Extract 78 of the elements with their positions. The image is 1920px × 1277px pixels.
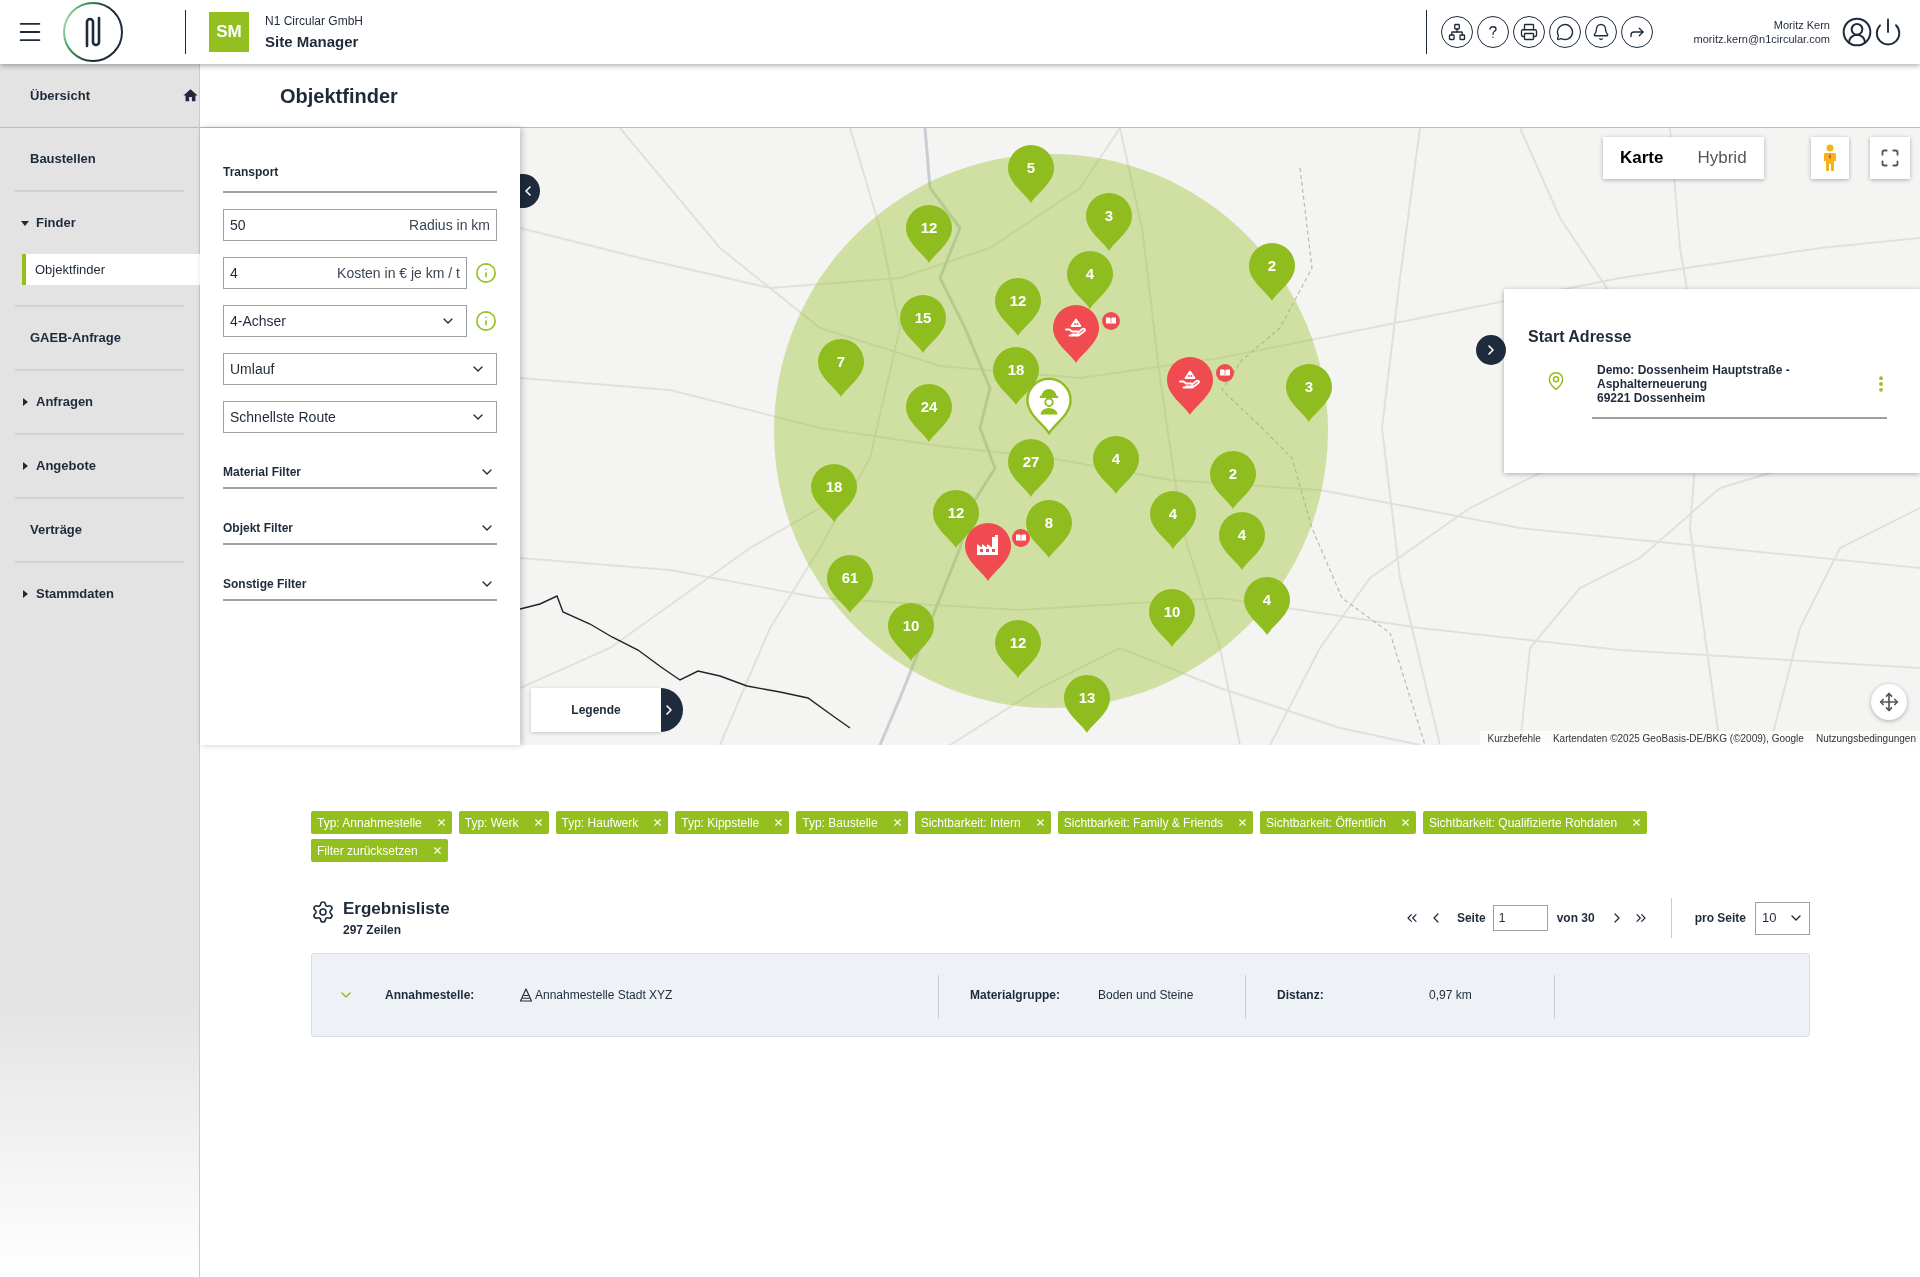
address-name: Demo: Dossenheim Hauptstraße - Asphalterneuerung (1597, 363, 1791, 391)
panel-title: Start Adresse (1528, 327, 1632, 347)
results-title: Ergebnisliste (343, 899, 450, 919)
person-icon (1823, 144, 1837, 172)
sidebar-item[interactable]: Finder (0, 192, 199, 254)
page-label: Seite (1456, 910, 1486, 927)
chip-label: Sichtbarkeit: Family & Friends (1063, 814, 1224, 832)
bell-icon (1591, 23, 1610, 41)
row-count: 297 Zeilen (343, 923, 403, 937)
accordion-header[interactable]: Material Filter (223, 457, 497, 489)
book-badge-icon (1102, 312, 1120, 330)
chip-label: Sichtbarkeit: Intern (920, 814, 1021, 832)
chip-label: Typ: Kippstelle (681, 814, 760, 832)
select-field[interactable]: 4-Achser (223, 305, 467, 337)
sidebar-item[interactable]: Übersicht (0, 64, 199, 127)
legend-button[interactable]: Legende (531, 688, 661, 732)
sidebar-item[interactable]: Angebote (0, 435, 199, 497)
chip-label: Typ: Werk (464, 814, 519, 832)
sitemap-icon (1447, 23, 1466, 41)
user-email: moritz.kern@n1circular.com (1693, 32, 1830, 46)
sidebar-item[interactable]: GAEB-Anfrage (0, 307, 199, 369)
user-icon[interactable] (1841, 16, 1873, 48)
factory-marker-icon[interactable] (965, 523, 1011, 581)
page-title: Objektfinder (280, 83, 398, 109)
hand-pile-marker-icon[interactable] (1053, 305, 1099, 363)
chip-label: Sichtbarkeit: Qualifizierte Rohdaten (1428, 814, 1618, 832)
company-name: N1 Circular GmbH (265, 13, 363, 29)
field-label: Distanz: (1277, 987, 1325, 1004)
sidebar-subitem[interactable]: Objektfinder (22, 254, 200, 285)
book-badge-icon (1216, 364, 1234, 382)
accordion-header[interactable]: Sonstige Filter (223, 569, 497, 601)
sidebar-item[interactable]: Stammdaten (0, 563, 199, 625)
terms-link[interactable]: Nutzungsbedingungen (1815, 730, 1916, 745)
app-name: Site Manager (265, 32, 360, 51)
logo-icon[interactable] (63, 2, 123, 62)
map-type-tab[interactable]: Hybrid (1680, 137, 1764, 179)
chip-label: Sichtbarkeit: Öffentlich (1266, 814, 1386, 832)
section-heading: Transport (223, 165, 279, 179)
chip-label: Typ: Haufwerk (561, 814, 639, 832)
field-value: 0,97 km (1429, 987, 1472, 1004)
chat-icon (1555, 23, 1574, 41)
field-value: Boden und Steine (1098, 987, 1194, 1004)
select-field[interactable]: Umlauf (223, 353, 497, 385)
user-name: Moritz Kern (1773, 18, 1830, 32)
field-label: Materialgruppe: (970, 987, 1061, 1004)
fullscreen-icon (1880, 148, 1900, 168)
select-field[interactable]: Schnellste Route (223, 401, 497, 433)
map-pin-icon (1546, 371, 1566, 391)
sidebar-item[interactable]: Anfragen (0, 371, 199, 433)
sidebar-item[interactable]: Baustellen (0, 128, 199, 190)
worker-marker-icon[interactable] (1026, 377, 1072, 435)
page-input[interactable]: 1 (1492, 905, 1548, 931)
per-page-label: pro Seite (1694, 910, 1746, 927)
cone-icon (520, 988, 532, 1002)
field-label: Annahmestelle: (385, 987, 476, 1004)
address-city: 69221 Dossenheim (1597, 391, 1707, 405)
sidebar-item[interactable]: Verträge (0, 499, 199, 561)
shortcuts-link[interactable]: Kurzbefehle (1487, 730, 1541, 745)
power-icon[interactable] (1873, 17, 1903, 47)
per-page-select[interactable]: 10 (1755, 901, 1810, 935)
accordion-header[interactable]: Objekt Filter (223, 513, 497, 545)
map-data-attribution: Kartendaten ©2025 GeoBasis-DE/BKG (©2009), Google (1552, 731, 1804, 745)
chip-label: Typ: Baustelle (802, 814, 878, 832)
book-badge-icon (1012, 529, 1030, 547)
map-type-tab[interactable]: Karte (1603, 137, 1681, 179)
page-total: von 30 (1556, 910, 1595, 927)
fullscreen-button[interactable] (1870, 137, 1910, 179)
settings-icon[interactable] (311, 900, 335, 924)
field-label: Radius in km (409, 216, 490, 234)
home-icon (182, 87, 199, 104)
app-badge: SM (209, 12, 249, 52)
field-value: Annahmestelle Stadt XYZ (535, 987, 673, 1004)
field-label: Kosten in € je km / t (337, 264, 460, 282)
chip-label: Filter zurücksetzen (317, 842, 418, 860)
printer-icon (1519, 23, 1538, 41)
hand-pile-marker-icon[interactable] (1167, 357, 1213, 415)
chip-label: Typ: Annahmestelle (317, 814, 422, 832)
move-arrows-icon (1879, 692, 1899, 712)
